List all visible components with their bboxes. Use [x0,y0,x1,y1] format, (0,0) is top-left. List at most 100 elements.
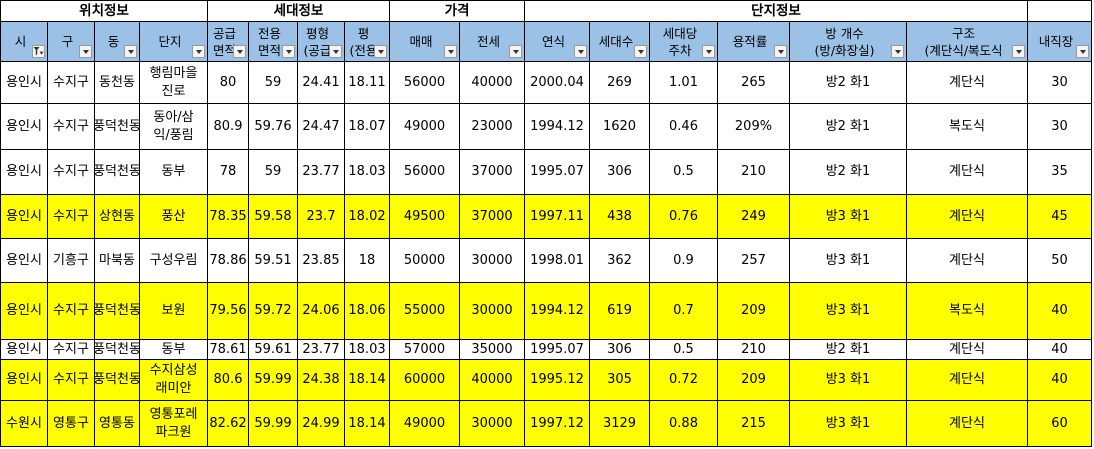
table-cell[interactable]: 215 [718,401,790,447]
table-cell[interactable]: 구성우림 [140,239,208,283]
table-cell[interactable]: 49000 [390,104,460,150]
table-cell[interactable]: 1994.12 [525,104,590,150]
table-cell[interactable]: 풍산 [140,195,208,239]
table-cell[interactable]: 방2 화1 [790,62,907,104]
table-cell[interactable]: 방2 화1 [790,150,907,195]
column-header[interactable]: 연식 [525,22,590,62]
table-cell[interactable]: 1620 [590,104,650,150]
table-cell[interactable]: 18 [345,239,390,283]
group-header-location-info[interactable]: 위치정보 [1,1,208,22]
table-cell[interactable]: 방2 화1 [790,340,907,360]
table-cell[interactable]: 37000 [460,150,525,195]
table-cell[interactable]: 용인시 [1,62,48,104]
table-cell[interactable]: 80.9 [208,104,249,150]
table-cell[interactable]: 영통구 [48,401,95,447]
table-cell[interactable]: 59.58 [249,195,298,239]
column-header[interactable]: 전세 [460,22,525,62]
table-cell[interactable]: 45 [1028,195,1092,239]
table-cell[interactable]: 영통동 [95,401,140,447]
table-cell[interactable]: 23.77 [298,150,345,195]
table-cell[interactable]: 계단식 [907,360,1028,401]
filter-dropdown-button[interactable] [574,45,587,58]
group-header-price[interactable]: 가격 [390,1,525,22]
table-cell[interactable]: 82.62 [208,401,249,447]
table-cell[interactable]: 풍덕천동 [95,104,140,150]
table-cell[interactable]: 0.46 [650,104,718,150]
table-cell[interactable]: 210 [718,150,790,195]
table-cell[interactable]: 57000 [390,340,460,360]
column-header[interactable]: 매매 [390,22,460,62]
table-cell[interactable]: 동부 [140,150,208,195]
table-cell[interactable]: 438 [590,195,650,239]
table-cell[interactable]: 용인시 [1,239,48,283]
table-cell[interactable]: 269 [590,62,650,104]
filter-applied-button[interactable] [32,45,45,58]
table-cell[interactable]: 계단식 [907,195,1028,239]
table-cell[interactable]: 23.77 [298,340,345,360]
table-cell[interactable]: 55000 [390,283,460,340]
table-cell[interactable]: 용인시 [1,150,48,195]
table-cell[interactable]: 18.14 [345,401,390,447]
table-cell[interactable]: 60000 [390,360,460,401]
column-header[interactable]: 세대수 [590,22,650,62]
table-cell[interactable]: 306 [590,150,650,195]
table-cell[interactable]: 80.6 [208,360,249,401]
table-cell[interactable]: 40000 [460,62,525,104]
column-header[interactable]: 평형 (공급 [298,22,345,62]
table-cell[interactable]: 기흥구 [48,239,95,283]
table-cell[interactable]: 60 [1028,401,1092,447]
filter-dropdown-button[interactable] [1012,45,1025,58]
table-cell[interactable]: 49000 [390,401,460,447]
table-cell[interactable]: 1995.07 [525,150,590,195]
filter-dropdown-button[interactable] [329,45,342,58]
table-cell[interactable]: 210 [718,340,790,360]
column-header[interactable]: 시 [1,22,48,62]
filter-dropdown-button[interactable] [634,45,647,58]
table-cell[interactable]: 1994.12 [525,283,590,340]
table-cell[interactable]: 1997.12 [525,401,590,447]
table-cell[interactable]: 59.72 [249,283,298,340]
table-cell[interactable]: 계단식 [907,62,1028,104]
table-cell[interactable]: 계단식 [907,150,1028,195]
table-cell[interactable]: 78.86 [208,239,249,283]
table-cell[interactable]: 78.61 [208,340,249,360]
table-cell[interactable]: 방3 화1 [790,283,907,340]
table-cell[interactable]: 37000 [460,195,525,239]
table-cell[interactable]: 619 [590,283,650,340]
table-cell[interactable]: 방3 화1 [790,239,907,283]
table-cell[interactable]: 78 [208,150,249,195]
filter-dropdown-button[interactable] [702,45,715,58]
column-header[interactable]: 구조 (계단식/복도식 [907,22,1028,62]
column-header[interactable]: 내직장 [1028,22,1092,62]
filter-dropdown-button[interactable] [282,45,295,58]
table-cell[interactable]: 용인시 [1,283,48,340]
table-cell[interactable]: 1.01 [650,62,718,104]
table-cell[interactable]: 23.85 [298,239,345,283]
table-cell[interactable]: 59 [249,150,298,195]
column-header[interactable]: 용적률 [718,22,790,62]
table-cell[interactable]: 상현동 [95,195,140,239]
column-header[interactable]: 방 개수 (방/화장실) [790,22,907,62]
table-cell[interactable]: 18.03 [345,150,390,195]
table-cell[interactable]: 265 [718,62,790,104]
table-cell[interactable]: 0.9 [650,239,718,283]
group-header-complex-info[interactable]: 단지정보 [525,1,1028,22]
table-cell[interactable]: 방3 화1 [790,195,907,239]
column-header[interactable]: 동 [95,22,140,62]
table-cell[interactable]: 용인시 [1,195,48,239]
table-cell[interactable]: 0.7 [650,283,718,340]
group-header-household-info[interactable]: 세대정보 [208,1,390,22]
table-cell[interactable]: 용인시 [1,360,48,401]
table-cell[interactable]: 209 [718,283,790,340]
table-cell[interactable]: 23.7 [298,195,345,239]
table-cell[interactable]: 0.88 [650,401,718,447]
table-cell[interactable]: 24.06 [298,283,345,340]
column-header[interactable]: 구 [48,22,95,62]
table-cell[interactable]: 계단식 [907,340,1028,360]
table-cell[interactable]: 동천동 [95,62,140,104]
table-cell[interactable]: 257 [718,239,790,283]
table-cell[interactable]: 59.76 [249,104,298,150]
table-cell[interactable]: 23000 [460,104,525,150]
table-cell[interactable]: 2000.04 [525,62,590,104]
table-cell[interactable]: 30000 [460,239,525,283]
